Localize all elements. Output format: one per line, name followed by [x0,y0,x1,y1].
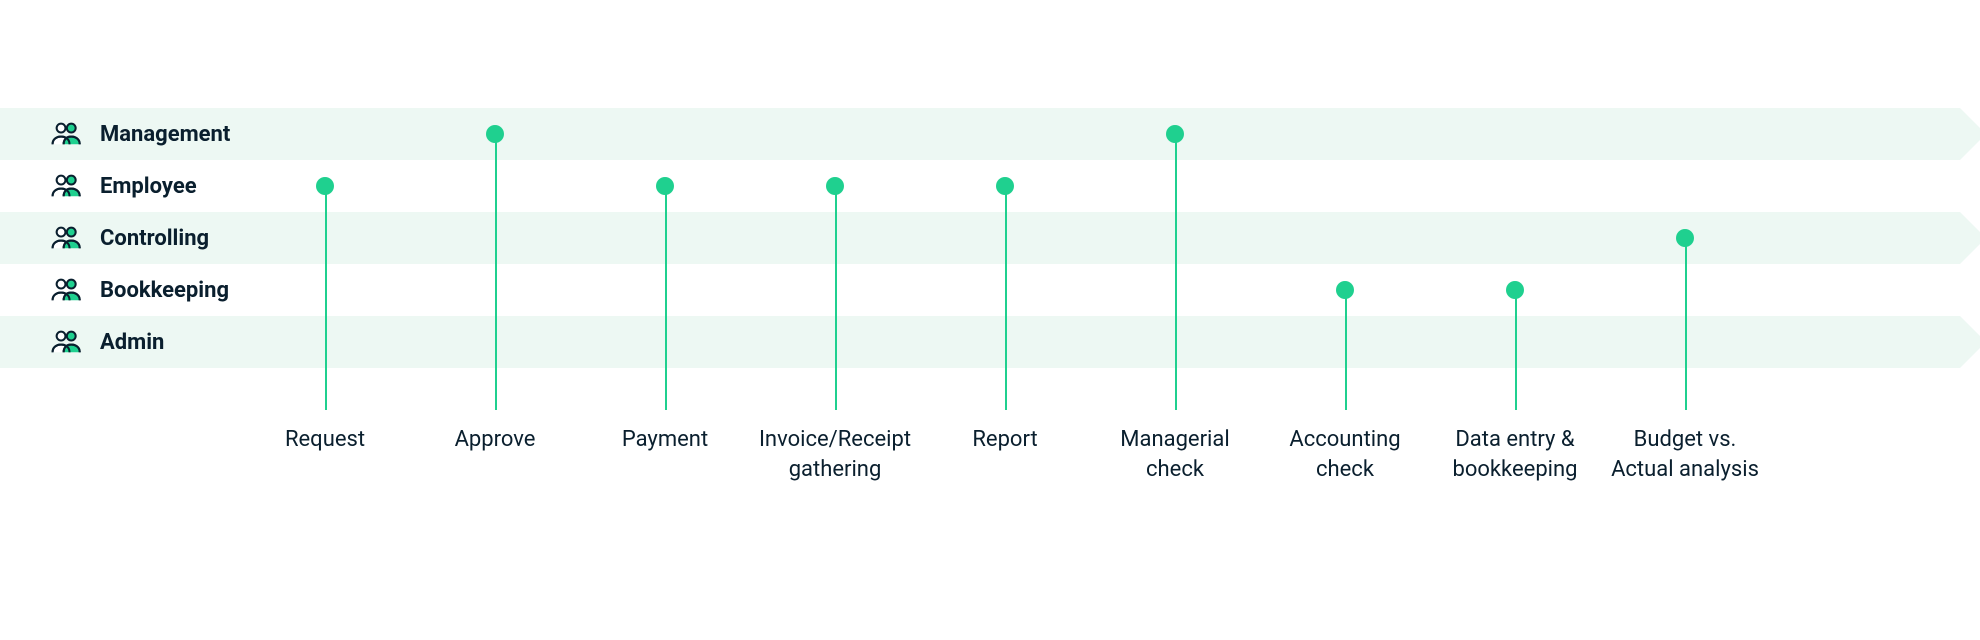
step-label-mgr-check: Managerial check [1120,425,1229,484]
step-label-budget: Budget vs. Actual analysis [1611,425,1759,484]
people-icon [50,325,84,359]
lane-controlling: Controlling [0,212,1960,264]
people-icon [50,221,84,255]
step-label-report: Report [972,425,1037,455]
lane-label: Controlling [100,226,209,251]
step-label-payment: Payment [622,425,708,455]
step-label-data-entry: Data entry & bookkeeping [1452,425,1577,484]
people-icon [50,273,84,307]
people-icon [50,169,84,203]
lane-label: Admin [100,330,164,355]
lane-management: Management [0,108,1960,160]
lane-label: Bookkeeping [100,278,229,303]
step-label-request: Request [285,425,365,455]
swimlane-diagram: Management Employee Controlling Bookkeep… [0,0,1980,640]
step-label-acc-check: Accounting check [1289,425,1400,484]
lane-label: Management [100,122,230,147]
lane-admin: Admin [0,316,1960,368]
lane-label: Employee [100,174,197,199]
lanes-container: Management Employee Controlling Bookkeep… [0,108,1980,368]
step-label-invoice: Invoice/Receipt gathering [759,425,911,484]
lane-employee: Employee [0,160,1960,212]
step-label-approve: Approve [455,425,536,455]
lane-bookkeeping: Bookkeeping [0,264,1960,316]
people-icon [50,117,84,151]
